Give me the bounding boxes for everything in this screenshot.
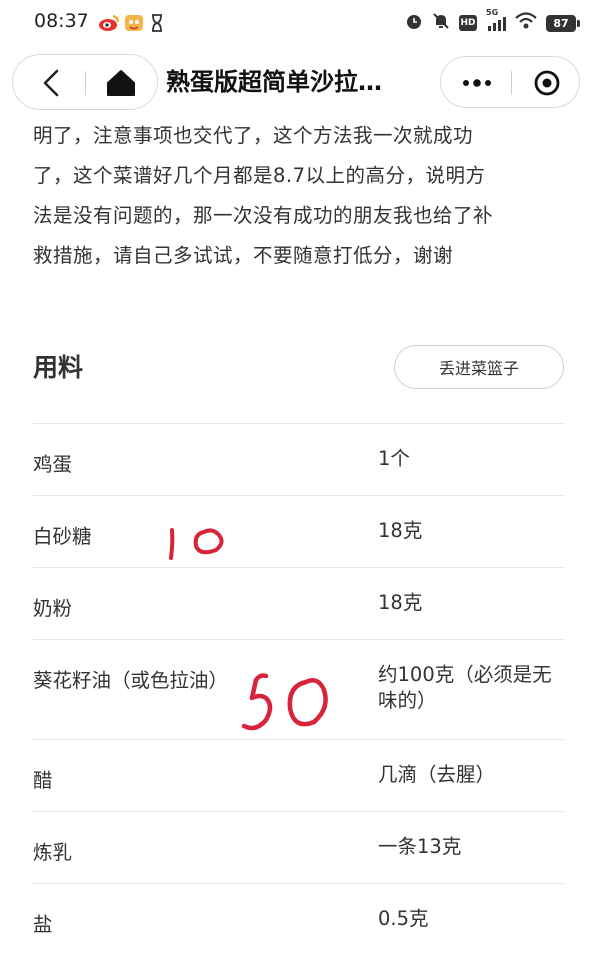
- ingredient-amount: 0.5克: [378, 907, 429, 930]
- ingredient-amount: 约100克（必须是无味的）: [378, 663, 552, 712]
- miniprogram-close-icon[interactable]: [525, 63, 569, 103]
- add-to-basket-button[interactable]: 丢进菜篮子: [394, 345, 564, 389]
- back-arrow-icon[interactable]: [31, 63, 71, 103]
- ingredient-row: 醋 几滴（去腥）: [33, 739, 564, 811]
- recipe-description: 明了，注意事项也交代了，这个方法我一次就成功 了，这个菜谱好几个月都是8.7以上…: [33, 116, 573, 276]
- ingredient-name: 葵花籽油（或色拉油）: [33, 669, 229, 692]
- ingredient-amount: 几滴（去腥）: [378, 763, 496, 786]
- alarm-icon: [405, 12, 423, 34]
- weibo-icon: [98, 13, 120, 33]
- ingredient-row: 炼乳 一条13克: [33, 811, 564, 883]
- mute-bell-icon: [432, 12, 450, 34]
- description-line: 了，这个菜谱好几个月都是8.7以上的高分，说明方: [33, 164, 486, 187]
- status-time: 08:37: [34, 10, 89, 32]
- nav-right-capsule: [440, 56, 580, 108]
- ingredient-row: 奶粉 18克: [33, 567, 564, 639]
- handwritten-annotation-sugar: [169, 528, 224, 560]
- signal-icon: 5G: [486, 8, 506, 32]
- wifi-icon: [515, 12, 537, 34]
- ingredient-row: 盐 0.5克: [33, 883, 564, 955]
- hd-icon: HD: [459, 15, 477, 31]
- app-notification-icon: [124, 13, 144, 33]
- description-line: 法是没有问题的，那一次没有成功的朋友我也给了补: [33, 204, 494, 227]
- description-line: 明了，注意事项也交代了，这个方法我一次就成功: [33, 124, 474, 147]
- ingredient-row: 鸡蛋 1个: [33, 423, 564, 495]
- ingredient-name: 白砂糖: [33, 525, 92, 548]
- ingredient-amount: 18克: [378, 591, 423, 614]
- battery-icon: 87: [546, 14, 580, 32]
- ingredient-amount: 一条13克: [378, 835, 462, 858]
- home-icon[interactable]: [101, 63, 141, 103]
- ingredient-name: 炼乳: [33, 841, 73, 864]
- ingredient-name: 醋: [33, 769, 53, 792]
- status-right-group: HD 5G 87: [405, 8, 580, 34]
- handwritten-annotation-oil: [241, 673, 328, 731]
- page-title: 熟蛋版超简单沙拉…: [166, 68, 382, 96]
- description-line: 救措施，请自己多试试，不要随意打低分，谢谢: [33, 244, 454, 267]
- ingredient-amount: 1个: [378, 447, 410, 470]
- status-bar: 08:37 HD 5G 87: [0, 0, 596, 46]
- ingredient-name: 奶粉: [33, 597, 73, 620]
- signal-label: 5G: [486, 8, 499, 17]
- ingredient-amount: 18克: [378, 519, 423, 542]
- more-dots-icon[interactable]: [455, 63, 499, 103]
- ingredient-name: 鸡蛋: [33, 453, 73, 476]
- ingredient-row: 白砂糖 18克: [33, 495, 564, 567]
- hourglass-icon: [150, 13, 164, 33]
- ingredient-name: 盐: [33, 913, 53, 936]
- nav-divider: [511, 71, 512, 95]
- nav-divider: [85, 71, 86, 95]
- ingredients-title: 用料: [33, 353, 84, 382]
- nav-left-capsule: [12, 54, 158, 110]
